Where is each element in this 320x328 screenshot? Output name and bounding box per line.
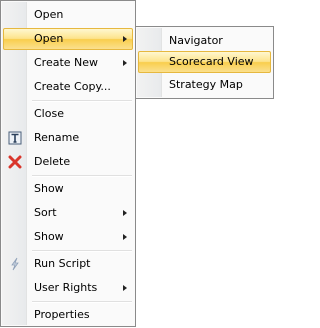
- menu-item-label: Create New: [34, 56, 99, 69]
- submenu-arrow-icon: [123, 234, 127, 240]
- submenu-arrow-icon: [123, 60, 127, 66]
- menu-item-rename[interactable]: Rename: [3, 127, 133, 149]
- menu-item-show-submenu[interactable]: Show: [3, 226, 133, 248]
- menu-item-label: Run Script: [34, 257, 91, 270]
- menu-item-label: Properties: [34, 308, 90, 321]
- context-menu: Open Open Create New Create Copy... Clos…: [0, 0, 136, 327]
- menu-item-open-submenu[interactable]: Open: [3, 28, 133, 50]
- submenu-item-strategy-map[interactable]: Strategy Map: [138, 74, 271, 96]
- menu-item-label: Navigator: [169, 34, 223, 47]
- menu-item-user-rights[interactable]: User Rights: [3, 277, 133, 299]
- menu-item-delete[interactable]: Delete: [3, 151, 133, 173]
- menu-item-label: Create Copy...: [34, 80, 111, 93]
- open-submenu: Navigator Scorecard View Strategy Map: [135, 26, 274, 99]
- submenu-item-scorecard-view[interactable]: Scorecard View: [138, 51, 271, 73]
- menu-item-label: Delete: [34, 155, 71, 168]
- delete-x-icon: [8, 155, 22, 169]
- submenu-item-navigator[interactable]: Navigator: [138, 30, 271, 52]
- submenu-arrow-icon: [123, 36, 127, 42]
- menu-item-label: Scorecard View: [169, 55, 254, 68]
- lightning-script-icon: [11, 257, 19, 271]
- submenu-arrow-icon: [123, 210, 127, 216]
- menu-item-label: Open: [34, 32, 64, 45]
- menu-item-sort[interactable]: Sort: [3, 202, 133, 224]
- menu-item-run-script[interactable]: Run Script: [3, 253, 133, 275]
- menu-item-label: Open: [34, 8, 64, 21]
- menu-item-label: User Rights: [34, 281, 98, 294]
- rename-icon: [8, 131, 22, 145]
- menu-item-show[interactable]: Show: [3, 178, 133, 200]
- menu-item-create-new[interactable]: Create New: [3, 52, 133, 74]
- menu-item-properties[interactable]: Properties: [3, 304, 133, 326]
- menu-item-label: Show: [34, 182, 64, 195]
- menu-item-label: Sort: [34, 206, 57, 219]
- menu-item-label: Rename: [34, 131, 80, 144]
- menu-separator: [32, 175, 132, 177]
- submenu-arrow-icon: [123, 285, 127, 291]
- menu-item-label: Close: [34, 107, 64, 120]
- menu-separator: [32, 100, 132, 102]
- menu-item-label: Show: [34, 230, 64, 243]
- menu-item-close[interactable]: Close: [3, 103, 133, 125]
- menu-item-create-copy[interactable]: Create Copy...: [3, 76, 133, 98]
- menu-separator: [32, 250, 132, 252]
- menu-item-open[interactable]: Open: [3, 4, 133, 26]
- menu-item-label: Strategy Map: [169, 78, 243, 91]
- menu-separator: [32, 301, 132, 303]
